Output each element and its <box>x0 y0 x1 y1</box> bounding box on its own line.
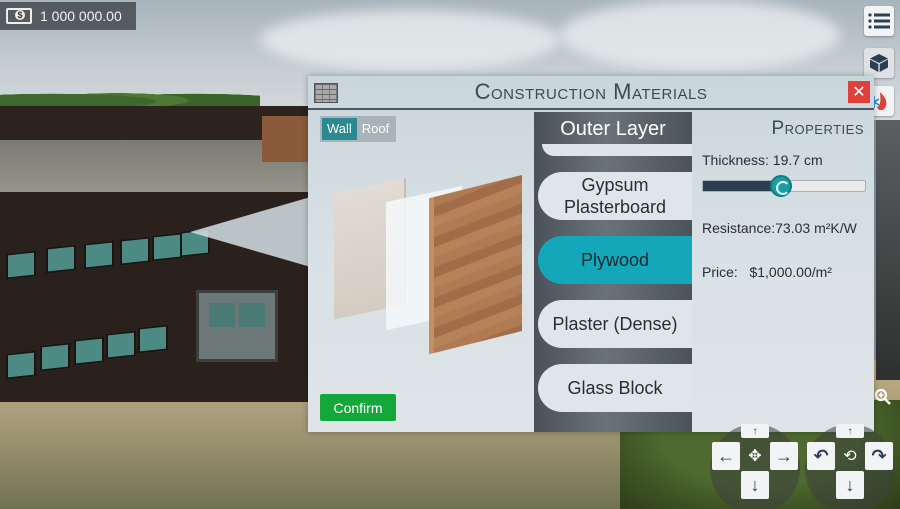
window <box>6 250 36 280</box>
confirm-button[interactable]: Confirm <box>320 394 396 421</box>
menu-button[interactable] <box>864 6 894 36</box>
properties-panel: Properties Thickness: 19.7 cm Resistance… <box>692 112 874 432</box>
view-3d-button[interactable] <box>864 48 894 78</box>
window <box>40 342 70 372</box>
wall-roof-tabs: Wall Roof <box>320 116 397 142</box>
rotate-left-button[interactable]: ↶ <box>807 442 835 470</box>
money-bill-icon <box>6 8 32 24</box>
layer-preview <box>324 172 534 362</box>
material-label: Plywood <box>580 250 650 270</box>
rotate-right-button[interactable]: ↷ <box>865 442 893 470</box>
dialog-callout-pointer <box>190 196 314 268</box>
chimney <box>262 116 308 162</box>
material-list: Outer Layer Gypsum Plasterboard Plywood … <box>534 112 692 432</box>
zoom-in-icon[interactable] <box>874 388 892 406</box>
resistance-label: Resistance:73.03 m²K/W <box>702 220 857 236</box>
money-display: 1 000 000.00 <box>0 2 136 30</box>
window <box>120 236 150 266</box>
list-menu-icon <box>868 13 890 29</box>
arrow-right-icon: → <box>775 445 793 466</box>
pan-up-button[interactable]: ↑ <box>741 424 769 438</box>
window <box>74 336 104 366</box>
rotate-down-button[interactable]: ↓ <box>836 471 864 499</box>
material-option-gypsum-plasterboard[interactable]: Gypsum Plasterboard <box>538 172 692 220</box>
brick-wall-icon <box>314 83 338 103</box>
layer-header-tab <box>542 144 692 156</box>
material-label: Gypsum Plasterboard <box>563 175 667 217</box>
adjacent-building <box>876 120 900 380</box>
window <box>106 330 136 360</box>
tab-roof[interactable]: Roof <box>357 118 394 140</box>
rotate-up-button[interactable]: ↑ <box>836 424 864 438</box>
tab-wall[interactable]: Wall <box>322 118 357 140</box>
arrow-up-icon: ↑ <box>752 425 758 437</box>
cube-icon <box>870 54 888 72</box>
pan-left-button[interactable]: ← <box>712 442 740 470</box>
arrow-down-icon: ↓ <box>750 474 760 495</box>
outer-layer-preview <box>434 175 522 353</box>
dialog-title-bar: Construction Materials ✕ <box>308 76 874 110</box>
window <box>6 350 36 380</box>
window <box>46 244 76 274</box>
pan-move-icon: ✥ <box>748 448 762 465</box>
arrow-down-icon: ↓ <box>845 474 855 495</box>
material-label: Plaster (Dense) <box>552 314 678 334</box>
window <box>138 324 168 354</box>
material-option-plaster-dense[interactable]: Plaster (Dense) <box>538 300 692 348</box>
close-button[interactable]: ✕ <box>848 81 870 103</box>
pan-right-button[interactable]: → <box>770 442 798 470</box>
properties-title: Properties <box>771 118 864 139</box>
layer-header: Outer Layer <box>560 117 666 140</box>
pan-down-button[interactable]: ↓ <box>741 471 769 499</box>
thickness-label: Thickness: 19.7 cm <box>702 152 823 168</box>
arrow-up-icon: ↑ <box>847 425 853 437</box>
window <box>84 240 114 270</box>
rotate-left-icon: ↶ <box>813 445 829 466</box>
material-option-glass-block[interactable]: Glass Block <box>538 364 692 412</box>
building-door <box>196 290 278 362</box>
thickness-slider[interactable] <box>702 175 866 197</box>
thickness-slider-handle[interactable] <box>769 175 792 197</box>
material-option-plywood[interactable]: Plywood <box>538 236 692 284</box>
cloud <box>560 0 840 70</box>
money-value: 1 000 000.00 <box>40 8 122 24</box>
construction-materials-dialog: Construction Materials ✕ Wall Roof Confi… <box>308 76 874 432</box>
arrow-left-icon: ← <box>717 445 735 466</box>
rotate-right-icon: ↷ <box>871 445 887 466</box>
price-label: Price: $1,000.00/m² <box>702 264 832 280</box>
dialog-title: Construction Materials <box>474 79 708 104</box>
orbit-rotate-icon: ⟲ <box>843 448 857 465</box>
cloud <box>260 10 560 70</box>
material-label: Glass Block <box>567 378 663 398</box>
window <box>152 232 182 262</box>
